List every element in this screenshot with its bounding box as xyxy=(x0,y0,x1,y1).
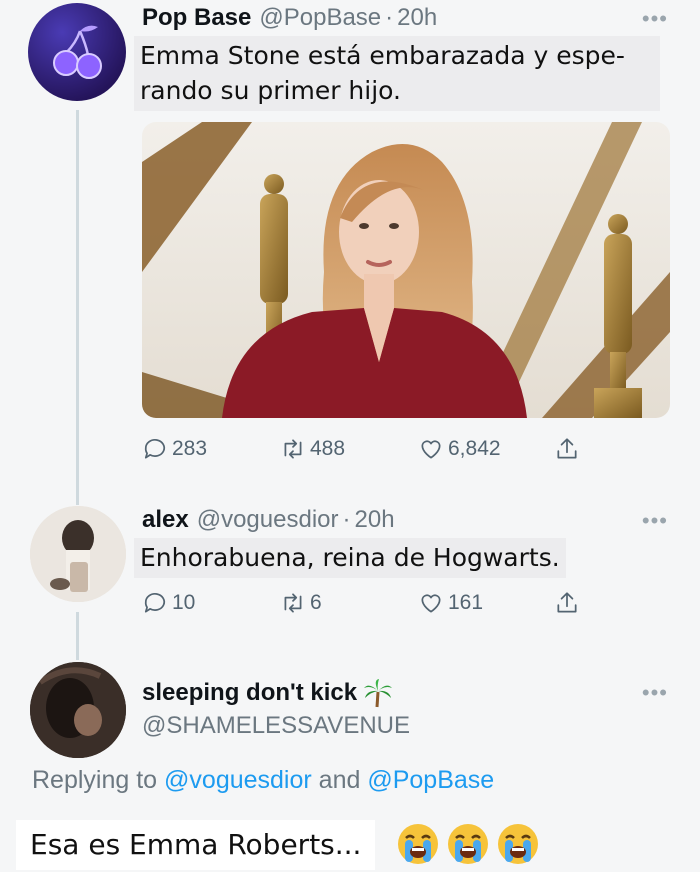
replying-and: and xyxy=(318,766,361,794)
loudly-crying-face-icon xyxy=(448,824,488,864)
timestamp[interactable]: 20h xyxy=(397,4,437,32)
retweet-button[interactable]: 488 xyxy=(280,436,345,462)
avatar-photo xyxy=(30,662,126,758)
reply-icon xyxy=(144,592,166,613)
separator-dot: · xyxy=(342,506,351,533)
tweet-text: Emma Stone está embarazada y espe- rando… xyxy=(134,36,660,111)
tweet-popbase[interactable]: Pop Base @PopBase · 20h ••• Emma Stone e… xyxy=(0,0,700,505)
tweet-header: sleeping don't kick @SHAMELESSAVENUE xyxy=(142,678,410,740)
reply-count: 283 xyxy=(172,437,208,460)
user-handle[interactable]: @voguesdior xyxy=(197,506,339,534)
photo-emma-stone xyxy=(142,122,670,418)
loudly-crying-face-icon xyxy=(398,824,438,864)
tweet-photo[interactable] xyxy=(142,122,670,418)
thread-line xyxy=(76,612,79,660)
share-button[interactable] xyxy=(554,436,580,462)
like-count: 161 xyxy=(448,591,484,614)
retweet-icon xyxy=(284,439,302,459)
tweet-header: Pop Base @PopBase · 20h xyxy=(142,4,437,32)
replying-to: Replying to @voguesdior and @PopBase xyxy=(32,766,494,795)
avatar-shameless[interactable] xyxy=(30,662,126,758)
avatar-photo xyxy=(30,506,126,602)
share-icon xyxy=(557,438,577,459)
cherry-logo-icon xyxy=(53,25,102,79)
like-button[interactable]: 6,842 xyxy=(418,436,501,462)
user-handle[interactable]: @PopBase xyxy=(259,4,381,32)
tweet-header: alex @voguesdior · 20h xyxy=(142,506,395,534)
display-name[interactable]: sleeping don't kick xyxy=(142,679,357,707)
avatar-alex[interactable] xyxy=(30,506,126,602)
tweet-text: Enhorabuena, reina de Hogwarts. xyxy=(134,538,566,578)
reply-icon xyxy=(144,438,166,459)
like-count: 6,842 xyxy=(448,437,501,460)
display-name[interactable]: Pop Base xyxy=(142,4,251,32)
palm-tree-icon xyxy=(364,679,393,708)
display-name[interactable]: alex xyxy=(142,506,189,534)
reply-button[interactable]: 10 xyxy=(142,590,195,616)
tweet-text-line: rando su primer hijo. xyxy=(140,76,401,105)
reply-button[interactable]: 283 xyxy=(142,436,207,462)
timestamp[interactable]: 20h xyxy=(355,506,395,534)
replying-prefix: Replying to xyxy=(32,766,158,794)
share-button[interactable] xyxy=(554,590,580,616)
more-options-icon[interactable]: ••• xyxy=(642,510,668,532)
thread-line xyxy=(76,110,79,505)
retweet-count: 6 xyxy=(310,591,322,614)
tweet-text: Esa es Emma Roberts... xyxy=(16,820,376,870)
user-handle[interactable]: @SHAMELESSAVENUE xyxy=(142,712,410,740)
like-button[interactable]: 161 xyxy=(418,590,483,616)
avatar-popbase[interactable] xyxy=(28,3,126,101)
emoji-group xyxy=(396,822,540,866)
retweet-count: 488 xyxy=(310,437,346,460)
mention-link[interactable]: @PopBase xyxy=(367,766,494,794)
heart-icon xyxy=(421,440,441,459)
loudly-crying-face-icon xyxy=(498,824,538,864)
separator-dot: · xyxy=(385,4,394,31)
more-options-icon[interactable]: ••• xyxy=(642,8,668,30)
tweet-text-line: Emma Stone está embarazada y espe- xyxy=(140,41,625,70)
tweet-alex[interactable]: alex @voguesdior · 20h ••• Enhorabuena, … xyxy=(0,490,700,660)
reply-count: 10 xyxy=(172,591,196,614)
share-icon xyxy=(557,592,577,613)
retweet-button[interactable]: 6 xyxy=(280,590,322,616)
retweet-icon xyxy=(284,593,302,613)
more-options-icon[interactable]: ••• xyxy=(642,682,668,704)
heart-icon xyxy=(421,594,441,613)
mention-link[interactable]: @voguesdior xyxy=(164,766,312,794)
